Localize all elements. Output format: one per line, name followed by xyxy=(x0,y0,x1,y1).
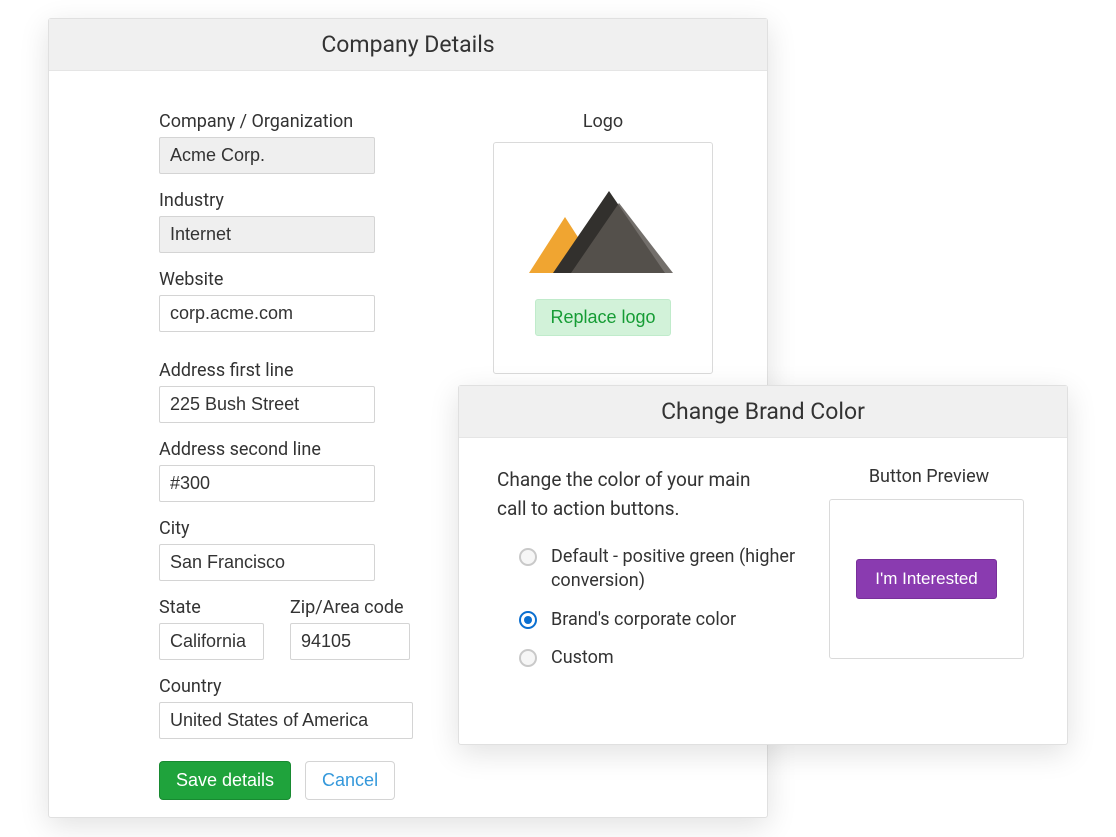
zip-input[interactable] xyxy=(290,623,410,660)
logo-box: Replace logo xyxy=(493,142,713,374)
brand-color-panel: Change Brand Color Change the color of y… xyxy=(458,385,1068,745)
replace-logo-button[interactable]: Replace logo xyxy=(535,299,670,336)
button-preview-box: I'm Interested xyxy=(829,499,1024,659)
company-details-title: Company Details xyxy=(49,19,767,71)
city-label: City xyxy=(159,518,433,539)
brand-color-description: Change the color of your main call to ac… xyxy=(497,466,777,523)
logo-section-title: Logo xyxy=(493,111,713,132)
radio-icon xyxy=(519,548,537,566)
state-label: State xyxy=(159,597,264,618)
address1-input[interactable] xyxy=(159,386,375,423)
preview-interested-button[interactable]: I'm Interested xyxy=(856,559,996,599)
color-option-default-label: Default - positive green (higher convers… xyxy=(551,545,799,594)
zip-label: Zip/Area code xyxy=(290,597,410,618)
color-option-custom[interactable]: Custom xyxy=(519,646,799,670)
cancel-button[interactable]: Cancel xyxy=(305,761,395,800)
city-input[interactable] xyxy=(159,544,375,581)
address2-label: Address second line xyxy=(159,439,433,460)
company-label: Company / Organization xyxy=(159,111,433,132)
website-label: Website xyxy=(159,269,433,290)
address2-input[interactable] xyxy=(159,465,375,502)
country-label: Country xyxy=(159,676,433,697)
radio-icon xyxy=(519,649,537,667)
website-input[interactable] xyxy=(159,295,375,332)
brand-color-title: Change Brand Color xyxy=(459,386,1067,438)
color-option-brand-label: Brand's corporate color xyxy=(551,608,736,632)
state-input[interactable] xyxy=(159,623,264,660)
color-option-custom-label: Custom xyxy=(551,646,614,670)
color-option-brand[interactable]: Brand's corporate color xyxy=(519,608,799,632)
save-button[interactable]: Save details xyxy=(159,761,291,800)
industry-input[interactable] xyxy=(159,216,375,253)
country-input[interactable] xyxy=(159,702,413,739)
company-input[interactable] xyxy=(159,137,375,174)
radio-icon-selected xyxy=(519,611,537,629)
mountain-logo-icon xyxy=(513,181,693,281)
address1-label: Address first line xyxy=(159,360,433,381)
industry-label: Industry xyxy=(159,190,433,211)
button-preview-title: Button Preview xyxy=(829,466,1029,487)
color-option-default[interactable]: Default - positive green (higher convers… xyxy=(519,545,799,594)
